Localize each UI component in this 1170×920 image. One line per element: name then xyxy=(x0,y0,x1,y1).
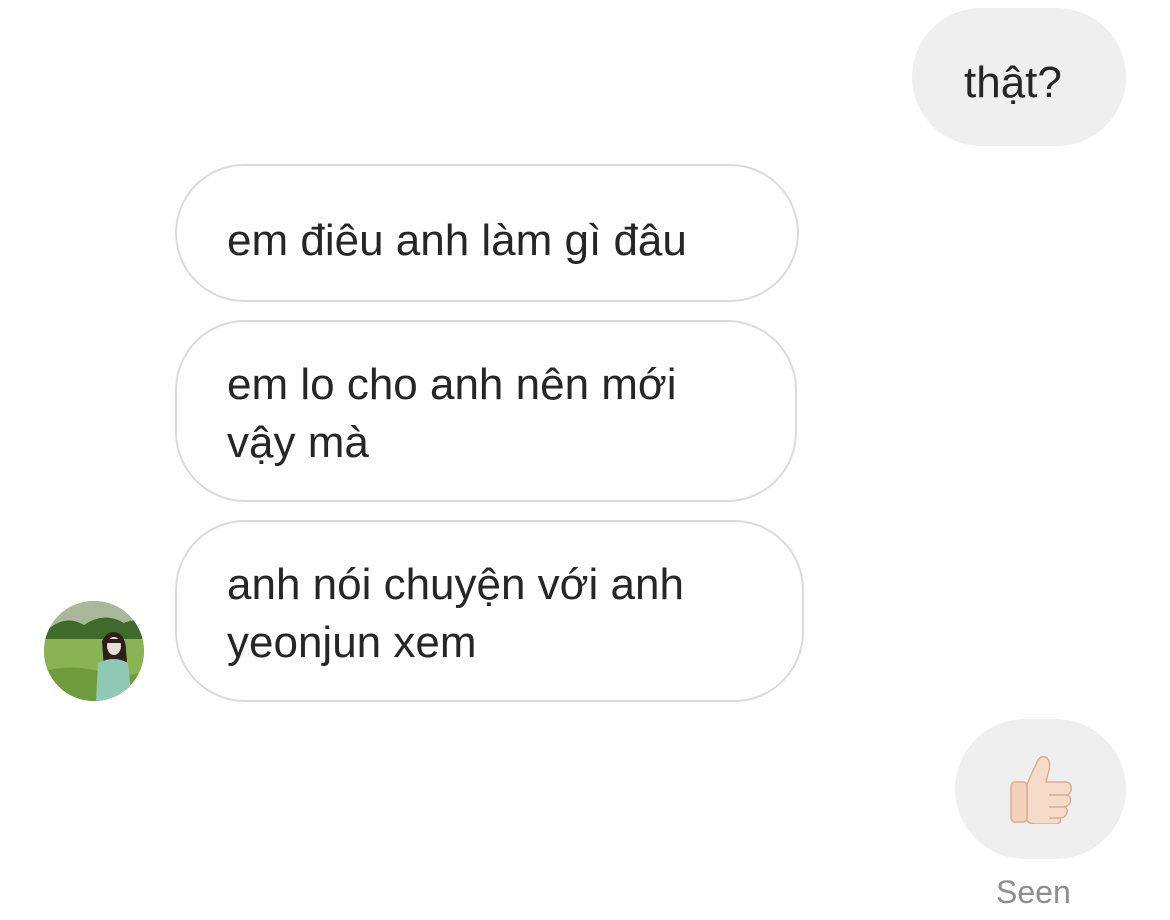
outgoing-message-bubble[interactable]: thật? xyxy=(912,8,1126,146)
avatar-photo xyxy=(44,601,144,701)
sender-avatar[interactable] xyxy=(44,601,144,701)
incoming-message-bubble[interactable]: em điêu anh làm gì đâu xyxy=(175,164,799,302)
message-text-line: anh nói chuyện với anh xyxy=(227,560,684,609)
message-text-line: vậy mà xyxy=(227,418,369,467)
message-text-line: yeonjun xem xyxy=(227,618,477,667)
like-reaction-bubble[interactable] xyxy=(955,719,1126,859)
incoming-message-bubble[interactable]: anh nói chuyện với anh yeonjun xem xyxy=(175,520,804,702)
thumbs-up-icon xyxy=(1009,755,1072,824)
message-text: thật? xyxy=(964,58,1062,107)
incoming-message-bubble[interactable]: em lo cho anh nên mới vậy mà xyxy=(175,320,797,502)
seen-status: Seen xyxy=(996,874,1071,910)
message-text: em điêu anh làm gì đâu xyxy=(227,216,687,265)
message-text-line: em lo cho anh nên mới xyxy=(227,360,677,409)
